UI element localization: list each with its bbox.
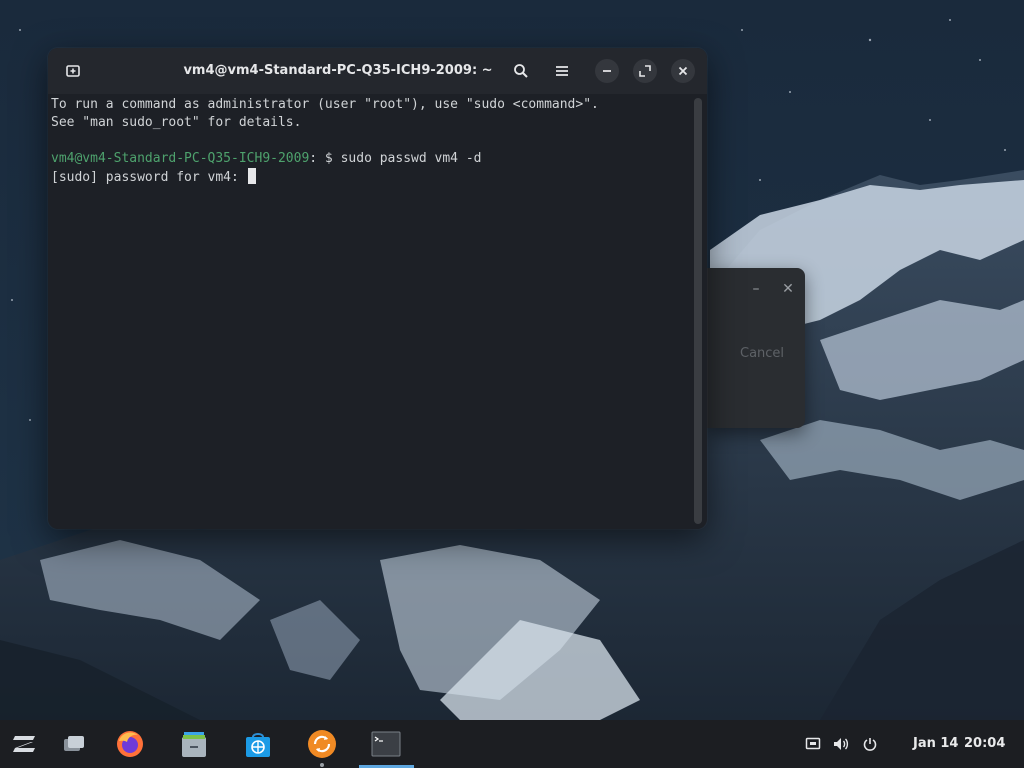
power-indicator[interactable] [860, 734, 880, 754]
firefox-icon [117, 731, 143, 757]
software-store-icon [246, 733, 270, 757]
prompt-suffix: : $ [309, 151, 341, 166]
text-cursor [247, 168, 256, 184]
clock-date[interactable]: Jan 14 [913, 720, 958, 768]
dialog-minimize-button[interactable]: – [745, 278, 767, 300]
software-updater-button[interactable] [306, 728, 338, 760]
zorin-menu-icon [13, 736, 35, 752]
new-tab-button[interactable] [61, 59, 85, 83]
maximize-button[interactable] [633, 59, 657, 83]
power-icon [863, 738, 877, 751]
dialog-close-button[interactable]: ✕ [777, 278, 799, 300]
terminal-line: To run a command as administrator (user … [51, 97, 599, 112]
password-prompt: [sudo] password for vm4: [51, 170, 247, 185]
terminal-output[interactable]: To run a command as administrator (user … [51, 94, 691, 524]
volume-icon [834, 738, 849, 750]
prompt-line: vm4@vm4-Standard-PC-Q35-ICH9-2009: $ sud… [51, 150, 691, 168]
password-prompt-line: [sudo] password for vm4: [51, 168, 691, 186]
taskbar: Jan 14 20:04 [0, 720, 1024, 768]
network-indicator[interactable] [803, 734, 823, 754]
new-tab-icon [66, 65, 80, 77]
terminal-icon [371, 731, 401, 757]
dialog-cancel-button[interactable]: Cancel [740, 346, 784, 361]
close-icon [678, 66, 688, 76]
terminal-line: See "man sudo_root" for details. [51, 115, 302, 130]
clock-time[interactable]: 20:04 [964, 720, 1005, 768]
terminal-titlebar[interactable]: vm4@vm4-Standard-PC-Q35-ICH9-2009: ~ [48, 48, 707, 94]
workspaces-button[interactable] [58, 728, 90, 760]
wired-network-icon [805, 737, 821, 750]
zorin-menu-button[interactable] [9, 728, 41, 760]
hamburger-menu-icon [556, 66, 568, 76]
search-icon [514, 64, 528, 78]
menu-button[interactable] [550, 59, 574, 83]
terminal-window: vm4@vm4-Standard-PC-Q35-ICH9-2009: ~ To … [48, 48, 707, 529]
close-button[interactable] [671, 59, 695, 83]
firefox-button[interactable] [114, 728, 146, 760]
terminal-taskbar-button[interactable] [370, 728, 402, 760]
running-app-dot [320, 763, 324, 767]
search-button[interactable] [509, 59, 533, 83]
prompt-user-host: vm4@vm4-Standard-PC-Q35-ICH9-2009 [51, 151, 310, 166]
volume-indicator[interactable] [831, 734, 851, 754]
command-text: sudo passwd vm4 -d [340, 151, 482, 166]
software-store-button[interactable] [242, 728, 274, 760]
maximize-icon [639, 65, 651, 77]
workspaces-icon [64, 736, 84, 751]
minimize-button[interactable] [595, 59, 619, 83]
scrollbar[interactable] [694, 98, 702, 524]
files-icon [182, 732, 206, 757]
window-title: vm4@vm4-Standard-PC-Q35-ICH9-2009: ~ [183, 63, 493, 78]
background-dialog: – ✕ Cancel [707, 268, 805, 428]
files-button[interactable] [178, 728, 210, 760]
software-updater-icon [308, 730, 336, 758]
minimize-icon [603, 70, 611, 72]
